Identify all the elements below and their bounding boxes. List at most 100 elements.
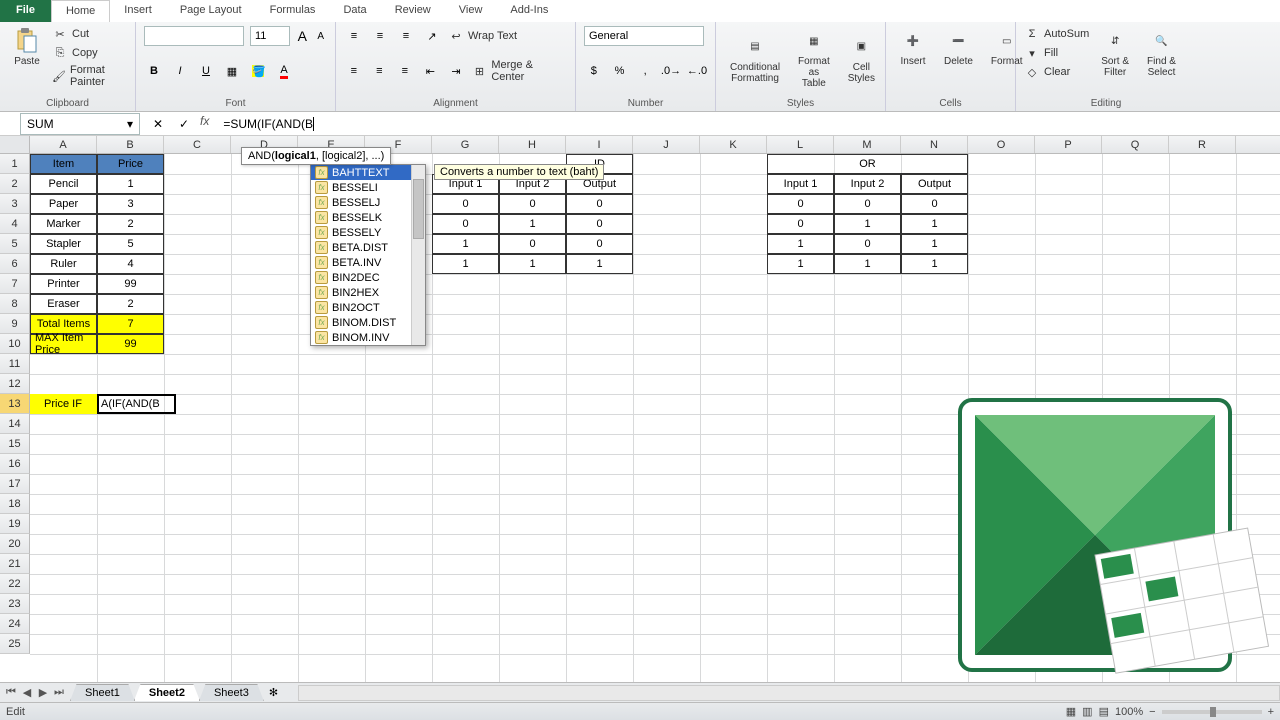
copy-button[interactable]: ⎘Copy: [52, 45, 127, 61]
name-box[interactable]: SUM▾: [20, 113, 140, 135]
row-header-6[interactable]: 6: [0, 254, 30, 274]
cell-B1[interactable]: Price: [97, 154, 164, 174]
cell-A6[interactable]: Ruler: [30, 254, 97, 274]
sheet-nav-first[interactable]: ⏮: [4, 686, 18, 699]
cell-M2[interactable]: Input 2: [834, 174, 901, 194]
cell-A10[interactable]: MAX Item Price: [30, 334, 97, 354]
grow-font-button[interactable]: A: [296, 26, 309, 46]
insert-cells-button[interactable]: ➕Insert: [894, 26, 932, 69]
format-painter-button[interactable]: 🖌Format Painter: [52, 64, 127, 88]
cell-B7[interactable]: 99: [97, 274, 164, 294]
row-header-8[interactable]: 8: [0, 294, 30, 314]
row-header-4[interactable]: 4: [0, 214, 30, 234]
increase-decimal-button[interactable]: .0→: [661, 61, 681, 81]
tab-insert[interactable]: Insert: [110, 0, 166, 22]
fn-dropdown-scrollbar[interactable]: [411, 165, 425, 345]
row-header-9[interactable]: 9: [0, 314, 30, 334]
col-header-R[interactable]: R: [1169, 136, 1236, 153]
col-header-C[interactable]: C: [164, 136, 231, 153]
cell-B2[interactable]: 1: [97, 174, 164, 194]
sheet-tab-Sheet3[interactable]: Sheet3: [199, 684, 264, 701]
cell-M5[interactable]: 0: [834, 234, 901, 254]
row-header-20[interactable]: 20: [0, 534, 30, 554]
cell-G3[interactable]: 0: [432, 194, 499, 214]
cell-A4[interactable]: Marker: [30, 214, 97, 234]
paste-button[interactable]: Paste: [8, 26, 46, 69]
fn-item-BESSELY[interactable]: fxBESSELY: [311, 225, 425, 240]
fill-color-button[interactable]: 🪣: [248, 61, 268, 81]
fn-item-BESSELK[interactable]: fxBESSELK: [311, 210, 425, 225]
underline-button[interactable]: U: [196, 61, 216, 81]
cell-B4[interactable]: 2: [97, 214, 164, 234]
row-header-25[interactable]: 25: [0, 634, 30, 654]
fill-button[interactable]: ▾Fill: [1024, 45, 1089, 61]
cell-I6[interactable]: 1: [566, 254, 633, 274]
cell-A1[interactable]: Item: [30, 154, 97, 174]
row-header-3[interactable]: 3: [0, 194, 30, 214]
decrease-decimal-button[interactable]: ←.0: [687, 61, 707, 81]
orientation-button[interactable]: ↗: [422, 26, 442, 46]
cell-G4[interactable]: 0: [432, 214, 499, 234]
align-bot-button[interactable]: ≡: [396, 26, 416, 46]
align-center-button[interactable]: ≡: [370, 61, 390, 81]
cell-B13[interactable]: A(IF(AND(B: [97, 394, 164, 414]
delete-cells-button[interactable]: ➖Delete: [938, 26, 979, 69]
fx-icon[interactable]: fx: [200, 114, 209, 134]
cell-A13[interactable]: Price IF: [30, 394, 97, 414]
sheet-tab-Sheet2[interactable]: Sheet2: [134, 684, 200, 701]
row-header-16[interactable]: 16: [0, 454, 30, 474]
cell-N6[interactable]: 1: [901, 254, 968, 274]
cell-B9[interactable]: 7: [97, 314, 164, 334]
col-header-A[interactable]: A: [30, 136, 97, 153]
row-header-21[interactable]: 21: [0, 554, 30, 574]
cell-H3[interactable]: 0: [499, 194, 566, 214]
currency-button[interactable]: $: [584, 61, 604, 81]
fn-item-BESSELI[interactable]: fxBESSELI: [311, 180, 425, 195]
sort-filter-button[interactable]: ⇵Sort & Filter: [1095, 26, 1135, 80]
accept-formula-button[interactable]: ✓: [174, 114, 194, 134]
fn-item-BETA.INV[interactable]: fxBETA.INV: [311, 255, 425, 270]
row-header-12[interactable]: 12: [0, 374, 30, 394]
col-header-L[interactable]: L: [767, 136, 834, 153]
col-header-H[interactable]: H: [499, 136, 566, 153]
cell-N2[interactable]: Output: [901, 174, 968, 194]
cell-L3[interactable]: 0: [767, 194, 834, 214]
cell-I5[interactable]: 0: [566, 234, 633, 254]
cell-I4[interactable]: 0: [566, 214, 633, 234]
font-size-combo[interactable]: [250, 26, 290, 46]
cell-H6[interactable]: 1: [499, 254, 566, 274]
tab-page-layout[interactable]: Page Layout: [166, 0, 256, 22]
fn-item-BESSELJ[interactable]: fxBESSELJ: [311, 195, 425, 210]
align-top-button[interactable]: ≡: [344, 26, 364, 46]
cell-H5[interactable]: 0: [499, 234, 566, 254]
tab-review[interactable]: Review: [381, 0, 445, 22]
cell-A9[interactable]: Total Items: [30, 314, 97, 334]
function-autocomplete-dropdown[interactable]: fxBAHTTEXTfxBESSELIfxBESSELJfxBESSELKfxB…: [310, 164, 426, 346]
cell-A2[interactable]: Pencil: [30, 174, 97, 194]
col-header-I[interactable]: I: [566, 136, 633, 153]
comma-button[interactable]: ,: [635, 61, 655, 81]
col-header-B[interactable]: B: [97, 136, 164, 153]
row-header-10[interactable]: 10: [0, 334, 30, 354]
sheet-nav-prev[interactable]: ◀: [20, 686, 34, 699]
tab-home[interactable]: Home: [51, 0, 110, 22]
sheet-nav-next[interactable]: ▶: [36, 686, 50, 699]
cell-L6[interactable]: 1: [767, 254, 834, 274]
cell-L4[interactable]: 0: [767, 214, 834, 234]
fn-item-BINOM.INV[interactable]: fxBINOM.INV: [311, 330, 425, 345]
cut-button[interactable]: ✂Cut: [52, 26, 127, 42]
cell-A7[interactable]: Printer: [30, 274, 97, 294]
cell-A3[interactable]: Paper: [30, 194, 97, 214]
tab-file[interactable]: File: [0, 0, 51, 22]
cell-G6[interactable]: 1: [432, 254, 499, 274]
cell-styles-button[interactable]: ▣Cell Styles: [842, 32, 881, 86]
row-header-17[interactable]: 17: [0, 474, 30, 494]
indent-inc-button[interactable]: ⇥: [446, 61, 466, 81]
cell-B10[interactable]: 99: [97, 334, 164, 354]
tab-formulas[interactable]: Formulas: [256, 0, 330, 22]
shrink-font-button[interactable]: A: [315, 26, 328, 46]
row-header-11[interactable]: 11: [0, 354, 30, 374]
row-header-18[interactable]: 18: [0, 494, 30, 514]
align-right-button[interactable]: ≡: [395, 61, 415, 81]
italic-button[interactable]: I: [170, 61, 190, 81]
